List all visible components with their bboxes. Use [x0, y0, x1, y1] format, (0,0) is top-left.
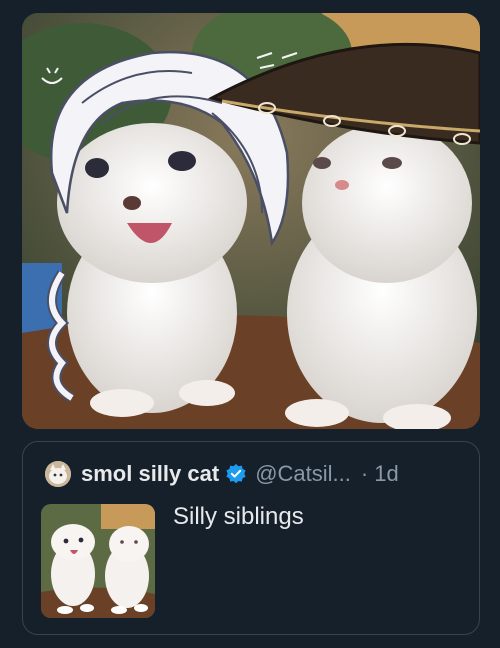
cat-photo-image	[22, 13, 480, 429]
quoted-post-header: smol silly cat @Catsil... · 1d	[45, 460, 399, 488]
author-handle[interactable]: @Catsil...	[255, 460, 351, 488]
separator-dot: ·	[360, 461, 369, 486]
author-name[interactable]: smol silly cat	[81, 460, 219, 488]
post-media-image[interactable]	[22, 13, 480, 429]
avatar[interactable]	[45, 461, 71, 487]
quoted-post-thumbnail[interactable]	[41, 504, 155, 618]
verified-badge-icon	[225, 463, 247, 485]
post-timestamp[interactable]: 1d	[374, 460, 398, 488]
cat-thumbnail-image	[41, 504, 155, 618]
cat-avatar-icon	[45, 461, 71, 487]
quoted-post-text: Silly siblings	[173, 503, 304, 530]
quoted-post-card[interactable]: smol silly cat @Catsil... · 1d Silly sib…	[22, 441, 480, 635]
